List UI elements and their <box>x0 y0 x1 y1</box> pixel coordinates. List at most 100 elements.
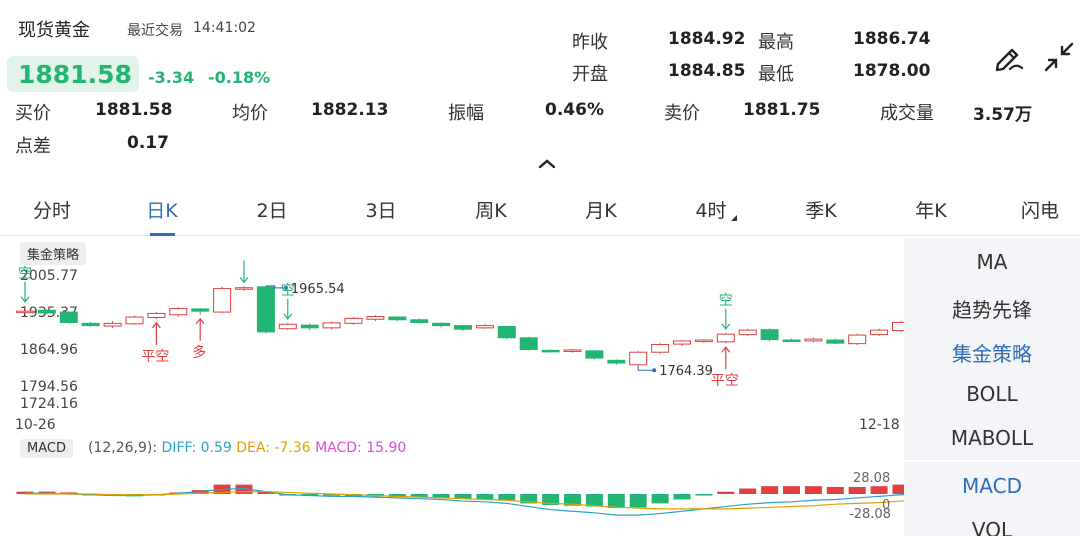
signal-short-label: 空 <box>281 283 295 299</box>
volume-label: 成交量 <box>880 103 934 124</box>
macd-bar <box>870 486 888 494</box>
candlestick-chart[interactable]: 1965.541764.39空平空 多空空平空 <box>0 240 904 436</box>
tab-monthly-k[interactable]: 月K <box>561 196 641 223</box>
indicator-vol[interactable]: VOL <box>904 518 1080 536</box>
candle <box>147 312 166 318</box>
macd-value: MACD: 15.90 <box>315 440 407 456</box>
ask-value: 1881.75 <box>743 100 821 120</box>
spread-value: 0.17 <box>127 133 169 153</box>
macd-bar <box>826 486 844 494</box>
candle <box>892 321 904 332</box>
candle <box>870 329 889 336</box>
candle <box>497 326 516 339</box>
signal-close-short-label: 平空 <box>711 373 739 389</box>
tab-flash[interactable]: 闪电 <box>1000 196 1080 223</box>
tab-4hour[interactable]: 4时 <box>671 196 751 223</box>
candle <box>191 308 210 312</box>
candle <box>585 350 604 359</box>
candle <box>716 333 735 343</box>
price-change-percent: -0.18% <box>208 68 271 87</box>
amplitude-value: 0.46% <box>545 100 604 120</box>
chevron-up-icon[interactable] <box>537 156 557 170</box>
low-value: 1878.00 <box>853 61 931 81</box>
max-price-label: 1965.54 <box>291 282 345 297</box>
candle <box>804 338 823 342</box>
signal-close-short-label: 平空 <box>141 349 169 365</box>
high-value: 1886.74 <box>853 29 931 49</box>
macd-bar <box>717 491 735 494</box>
macd-axis-bottom: -28.08 <box>849 507 891 522</box>
candle <box>694 339 713 343</box>
tab-3day[interactable]: 3日 <box>341 196 421 223</box>
candle <box>454 325 472 330</box>
price-change: -3.34 <box>148 68 195 87</box>
instrument-title: 现货黄金 <box>18 20 90 41</box>
indicator-panel: MA 趋势先锋 集金策略 BOLL MABOLL MACD VOL <box>904 238 1080 536</box>
tab-daily-k[interactable]: 日K <box>122 196 202 223</box>
candle <box>475 325 494 329</box>
prev-close-label: 昨收 <box>572 32 608 53</box>
candle <box>563 349 582 352</box>
candle <box>256 286 275 333</box>
collapse-arrows-icon[interactable] <box>1042 40 1076 74</box>
candle <box>16 310 34 314</box>
candle <box>300 324 319 329</box>
signal-long-label: 多 <box>192 344 206 361</box>
tab-2day[interactable]: 2日 <box>232 196 312 223</box>
candle <box>410 319 429 323</box>
tab-yearly-k[interactable]: 年K <box>891 196 971 223</box>
candle <box>125 316 144 325</box>
candle <box>81 322 100 327</box>
macd-bar <box>695 494 713 496</box>
panel-divider <box>904 460 1080 462</box>
active-tab-indicator <box>150 233 175 236</box>
tab-quarterly-k[interactable]: 季K <box>781 196 861 223</box>
open-label: 开盘 <box>572 64 608 85</box>
macd-dea: DEA: -7.36 <box>236 440 311 456</box>
macd-bar <box>673 494 691 500</box>
last-price: 1881.58 <box>18 60 132 89</box>
low-label: 最低 <box>758 64 794 85</box>
indicator-boll[interactable]: BOLL <box>904 382 1080 406</box>
candle <box>366 316 385 320</box>
tab-weekly-k[interactable]: 周K <box>451 196 531 223</box>
macd-bar <box>498 494 516 501</box>
candle <box>541 349 560 353</box>
macd-bar <box>585 494 603 507</box>
candle <box>213 288 232 313</box>
signal-short-label: 空 <box>18 266 32 282</box>
indicator-gold-strategy[interactable]: 集金策略 <box>904 338 1080 367</box>
prev-close-value: 1884.92 <box>668 29 746 49</box>
macd-badge[interactable]: MACD <box>20 439 73 458</box>
avg-label: 均价 <box>232 103 268 124</box>
indicator-macd[interactable]: MACD <box>904 474 1080 498</box>
indicator-ma[interactable]: MA <box>904 250 1080 274</box>
tab-timeshare[interactable]: 分时 <box>12 196 92 223</box>
candle <box>629 351 648 366</box>
volume-value: 3.57万 <box>973 105 1032 125</box>
macd-bar <box>629 494 647 508</box>
dropdown-triangle-icon <box>731 215 737 221</box>
macd-bar <box>739 488 757 494</box>
candle <box>37 309 56 314</box>
macd-bar <box>804 486 822 494</box>
macd-chart[interactable]: 28.080-28.08 <box>0 466 904 536</box>
candle <box>519 337 538 351</box>
candle <box>278 323 297 330</box>
indicator-maboll[interactable]: MABOLL <box>904 426 1080 450</box>
header-tools <box>992 40 1076 74</box>
draw-pen-icon[interactable] <box>992 40 1026 74</box>
candle <box>673 340 691 345</box>
gold-quote-screen: { "header": { "title": "现货黄金", "recent_l… <box>0 0 1080 536</box>
macd-bar <box>761 486 779 494</box>
recent-trade-label: 最近交易 <box>127 23 183 39</box>
high-label: 最高 <box>758 32 794 53</box>
candle <box>848 334 867 345</box>
candle <box>169 307 188 316</box>
macd-bar <box>892 484 904 494</box>
avg-value: 1882.13 <box>311 100 389 120</box>
candle <box>344 317 363 324</box>
candle <box>782 339 801 343</box>
indicator-trend-pioneer[interactable]: 趋势先锋 <box>904 294 1080 323</box>
min-dot <box>652 368 657 373</box>
